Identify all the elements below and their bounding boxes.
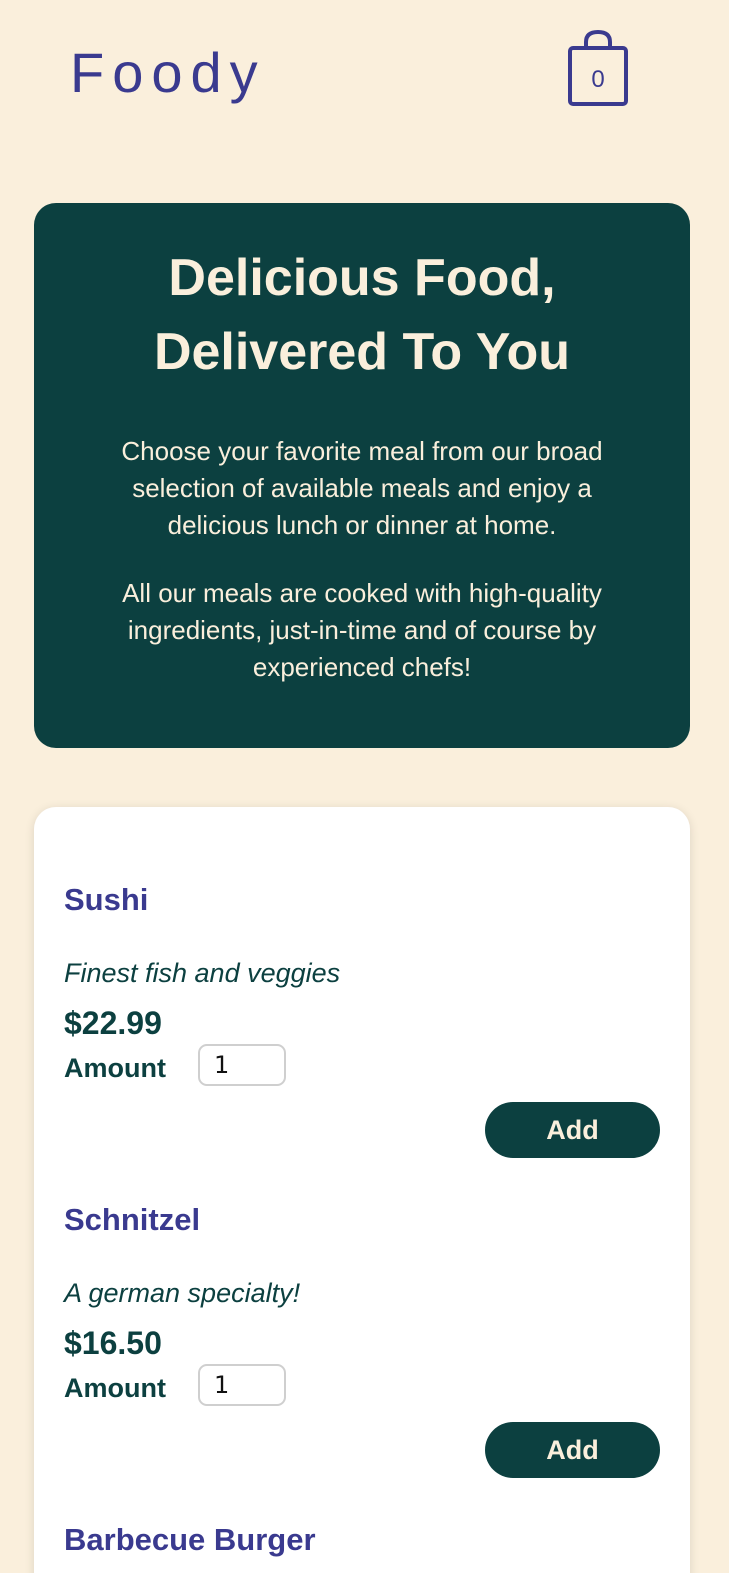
add-button[interactable]: Add (485, 1102, 660, 1158)
hero-title: Delicious Food, Delivered To You (153, 249, 571, 381)
meal-description: Finest fish and veggies (64, 958, 341, 988)
meal-price: $22.99 (64, 1005, 162, 1041)
meals-list: Sushi Finest fish and veggies $22.99 Amo… (34, 807, 690, 1573)
amount-label: Amount (64, 1053, 166, 1083)
meal-name: Barbecue Burger (64, 1522, 316, 1557)
header: Foody 0 (0, 0, 729, 150)
amount-input[interactable] (198, 1044, 286, 1086)
cart-count-badge: 0 (591, 66, 605, 93)
logo[interactable]: Foody (70, 38, 266, 108)
hero-paragraph-2: All our meals are cooked with high-quali… (122, 578, 602, 682)
amount-label: Amount (64, 1373, 166, 1403)
meal-description: A german specialty! (64, 1278, 301, 1308)
amount-input[interactable] (198, 1364, 286, 1406)
page: Foody 0 Delicious Food, Delivered To You… (0, 0, 729, 1573)
meal-name: Schnitzel (64, 1202, 201, 1237)
add-button[interactable]: Add (485, 1422, 660, 1478)
hero-paragraph-1: Choose your favorite meal from our broad… (121, 436, 603, 540)
hero-section: Delicious Food, Delivered To You Choose … (34, 203, 690, 748)
meal-price: $16.50 (64, 1325, 162, 1361)
cart-button[interactable]: 0 (566, 30, 630, 108)
meal-name: Sushi (64, 882, 149, 917)
